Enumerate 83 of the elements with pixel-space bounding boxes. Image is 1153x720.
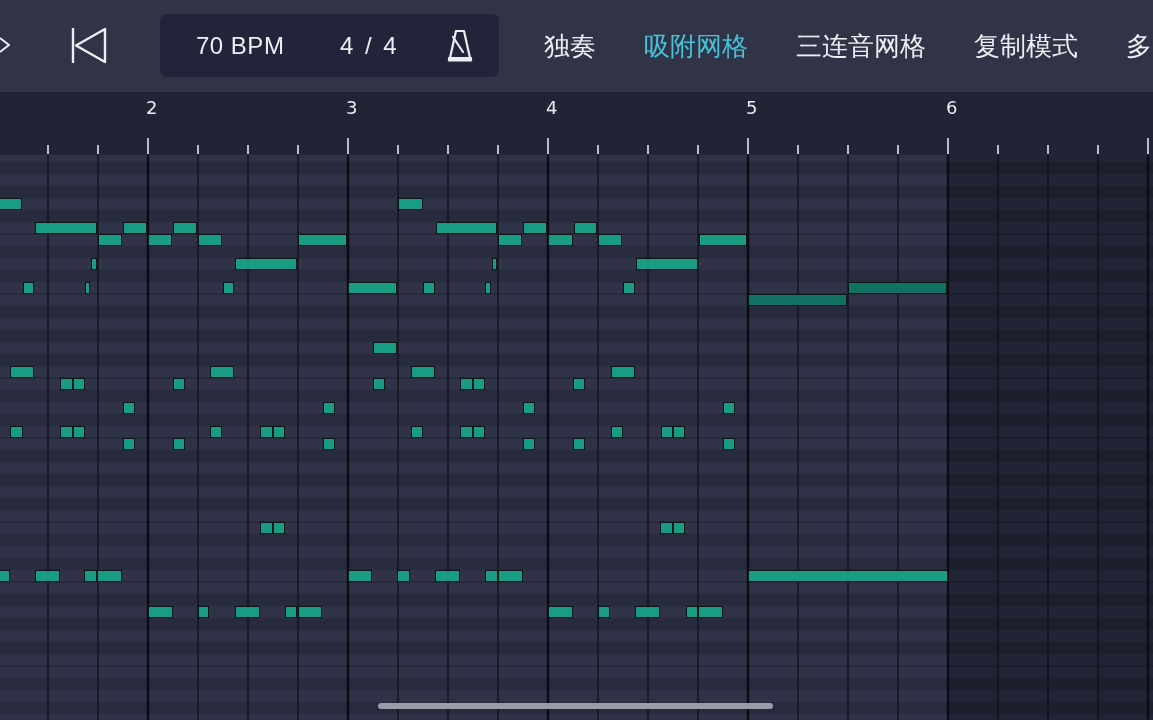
note (223, 282, 234, 294)
bar-number: 3 (346, 97, 358, 118)
bar-number: 2 (146, 97, 158, 118)
tick-mark (397, 144, 399, 155)
tick-mark (797, 144, 799, 155)
note (673, 426, 685, 438)
note (611, 426, 623, 438)
mode-toggle[interactable]: 复制模式 (974, 30, 1078, 62)
note (23, 282, 34, 294)
tick-mark (747, 137, 749, 155)
bar-number: 4 (546, 97, 558, 118)
tick-mark (297, 144, 299, 155)
tick-mark (1097, 144, 1099, 155)
note (323, 402, 335, 414)
mode-toggle[interactable]: 多 (1126, 30, 1152, 62)
tick-mark (897, 144, 899, 155)
note (723, 438, 735, 450)
note (673, 522, 685, 534)
note (723, 402, 735, 414)
time-signature[interactable]: 4 / 4 (340, 30, 397, 61)
mode-toggle[interactable]: 吸附网格 (644, 30, 748, 62)
tick-mark (597, 144, 599, 155)
note (60, 378, 73, 390)
note (661, 426, 673, 438)
metronome-icon[interactable] (446, 29, 474, 62)
note (523, 438, 535, 450)
note (573, 438, 585, 450)
tick-mark (347, 137, 349, 155)
note (460, 426, 473, 438)
tick-mark (647, 144, 649, 155)
tick-mark (1047, 144, 1049, 155)
note (373, 378, 385, 390)
note (123, 402, 135, 414)
tick-mark (697, 144, 699, 155)
note (10, 426, 23, 438)
skip-to-start-icon[interactable] (71, 27, 107, 64)
tick-mark (1147, 137, 1149, 155)
tick-mark (97, 144, 99, 155)
tick-mark (497, 144, 499, 155)
tick-mark (997, 144, 999, 155)
note (173, 438, 185, 450)
note (473, 378, 485, 390)
mode-toggle[interactable]: 独奏 (544, 30, 596, 62)
note (523, 402, 535, 414)
note (411, 426, 423, 438)
tick-mark (147, 137, 149, 155)
tick-mark (447, 144, 449, 155)
tick-mark (47, 144, 49, 155)
note (85, 282, 90, 294)
tick-mark (847, 144, 849, 155)
note (173, 378, 185, 390)
note (60, 426, 73, 438)
note (0, 198, 22, 210)
mode-toggle[interactable]: 三连音网格 (796, 30, 926, 62)
note (623, 282, 635, 294)
note (210, 366, 234, 378)
note (123, 438, 135, 450)
note (473, 426, 485, 438)
tick-mark (547, 137, 549, 155)
tick-mark (197, 144, 199, 155)
note (273, 426, 285, 438)
note (0, 570, 10, 582)
note (323, 438, 335, 450)
note (73, 426, 85, 438)
note (460, 378, 473, 390)
tick-mark (247, 144, 249, 155)
note (73, 378, 85, 390)
note (573, 378, 585, 390)
note (411, 366, 435, 378)
note (273, 522, 285, 534)
tempo-value[interactable]: 70 BPM (196, 30, 285, 61)
note (611, 366, 635, 378)
note (210, 426, 222, 438)
note (260, 426, 273, 438)
note (423, 282, 435, 294)
bar-number: 5 (746, 97, 758, 118)
note (10, 366, 34, 378)
note (485, 282, 491, 294)
note (260, 522, 273, 534)
tick-mark (947, 137, 949, 155)
note (660, 522, 673, 534)
bar-number: 6 (946, 97, 958, 118)
play-icon[interactable] (0, 37, 10, 53)
